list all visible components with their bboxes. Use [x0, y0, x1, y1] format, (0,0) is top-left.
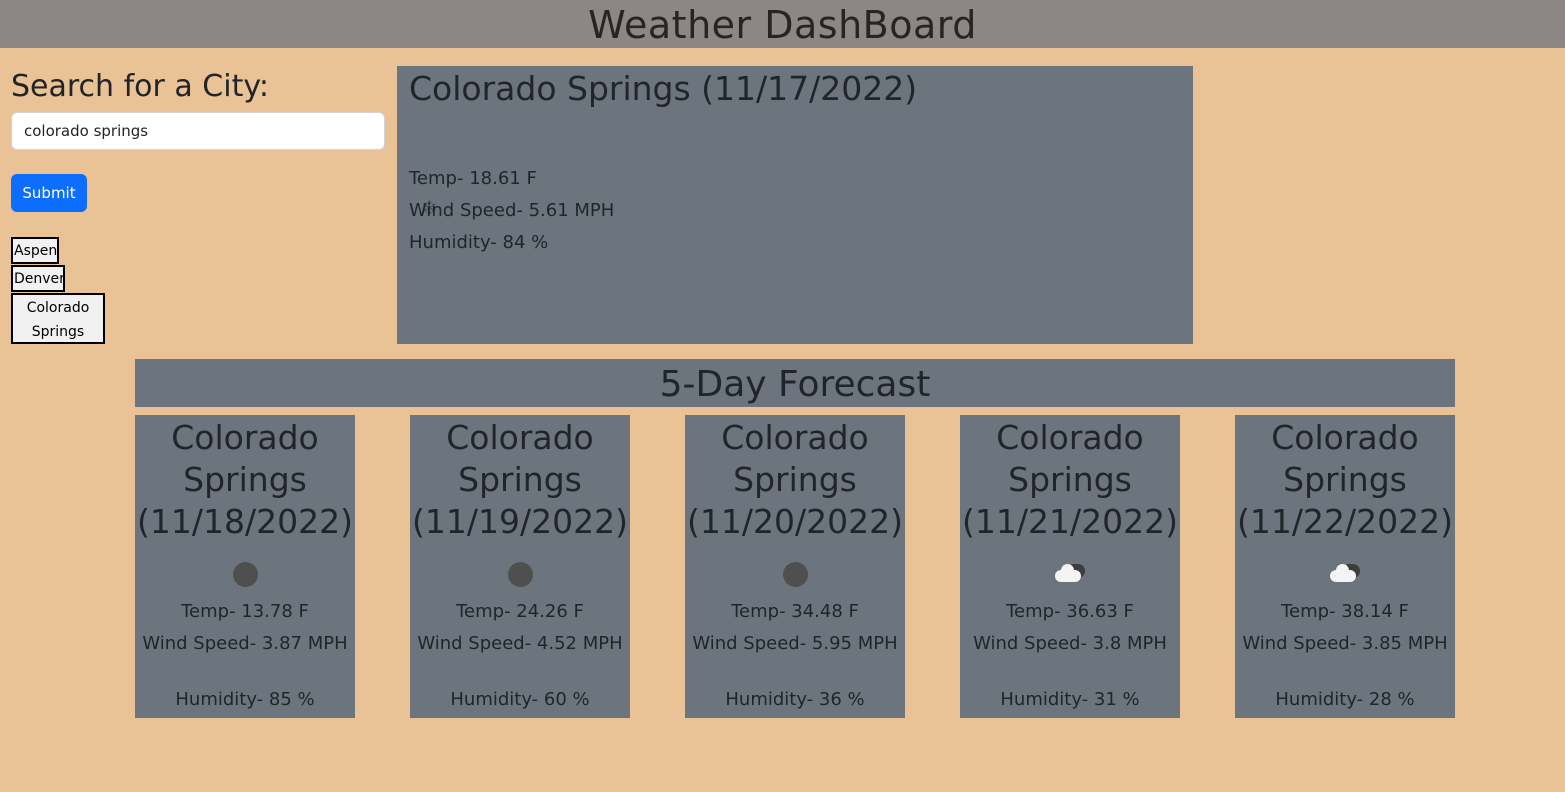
current-wind-speed: Wind Speed- 5.61 MPH [409, 200, 615, 221]
forecast-temp: Temp- 13.78 F [181, 601, 309, 622]
forecast-card: Colorado Springs (11/19/2022) Temp- 24.2… [410, 415, 630, 718]
current-weather-card: Colorado Springs (11/17/2022) ❄ Temp- 18… [397, 66, 1193, 344]
forecast-card: Colorado Springs (11/20/2022) Temp- 34.4… [685, 415, 905, 718]
forecast-title: 5-Day Forecast [659, 364, 931, 405]
history-button-aspen[interactable]: Aspen [11, 237, 59, 264]
forecast-humidity: Humidity- 31 % [1000, 689, 1140, 710]
forecast-humidity: Humidity- 60 % [450, 689, 590, 710]
forecast-card: Colorado Springs (11/21/2022) Temp- 36.6… [960, 415, 1180, 718]
forecast-temp: Temp- 38.14 F [1281, 601, 1409, 622]
current-humidity: Humidity- 84 % [409, 232, 549, 253]
forecast-wind-speed: Wind Speed- 3.8 MPH [973, 633, 1167, 654]
forecast-wind-speed: Wind Speed- 5.95 MPH [692, 633, 898, 654]
page-title: Weather DashBoard [588, 3, 977, 47]
page-header: Weather DashBoard [0, 0, 1565, 48]
history-button-denver[interactable]: Denver [11, 265, 65, 292]
history-button-colorado-springs[interactable]: Colorado Springs [11, 293, 105, 344]
forecast-header: 5-Day Forecast [135, 359, 1455, 407]
forecast-wind-speed: Wind Speed- 3.87 MPH [142, 633, 348, 654]
moon-icon [230, 561, 260, 587]
forecast-wind-speed: Wind Speed- 3.85 MPH [1242, 633, 1448, 654]
current-temp: Temp- 18.61 F [409, 168, 537, 189]
city-search-input[interactable] [11, 112, 385, 150]
forecast-humidity: Humidity- 36 % [725, 689, 865, 710]
forecast-card-title: Colorado Springs (11/22/2022) [1237, 418, 1453, 541]
forecast-temp: Temp- 34.48 F [731, 601, 859, 622]
moon-icon [780, 561, 810, 587]
cloud-icon [1330, 561, 1360, 587]
forecast-wind-speed: Wind Speed- 4.52 MPH [417, 633, 623, 654]
moon-icon [505, 561, 535, 587]
forecast-card: Colorado Springs (11/18/2022) Temp- 13.7… [135, 415, 355, 718]
cloud-icon [1055, 561, 1085, 587]
forecast-humidity: Humidity- 28 % [1275, 689, 1415, 710]
current-weather-title: Colorado Springs (11/17/2022) [409, 69, 918, 108]
search-title: Search for a City: [11, 69, 270, 104]
forecast-humidity: Humidity- 85 % [175, 689, 315, 710]
forecast-card-title: Colorado Springs (11/18/2022) [137, 418, 353, 541]
forecast-card-title: Colorado Springs (11/20/2022) [687, 418, 903, 541]
forecast-temp: Temp- 36.63 F [1006, 601, 1134, 622]
submit-button[interactable]: Submit [11, 174, 87, 212]
forecast-temp: Temp- 24.26 F [456, 601, 584, 622]
forecast-card-title: Colorado Springs (11/19/2022) [412, 418, 628, 541]
forecast-card: Colorado Springs (11/22/2022) Temp- 38.1… [1235, 415, 1455, 718]
forecast-card-title: Colorado Springs (11/21/2022) [962, 418, 1178, 541]
